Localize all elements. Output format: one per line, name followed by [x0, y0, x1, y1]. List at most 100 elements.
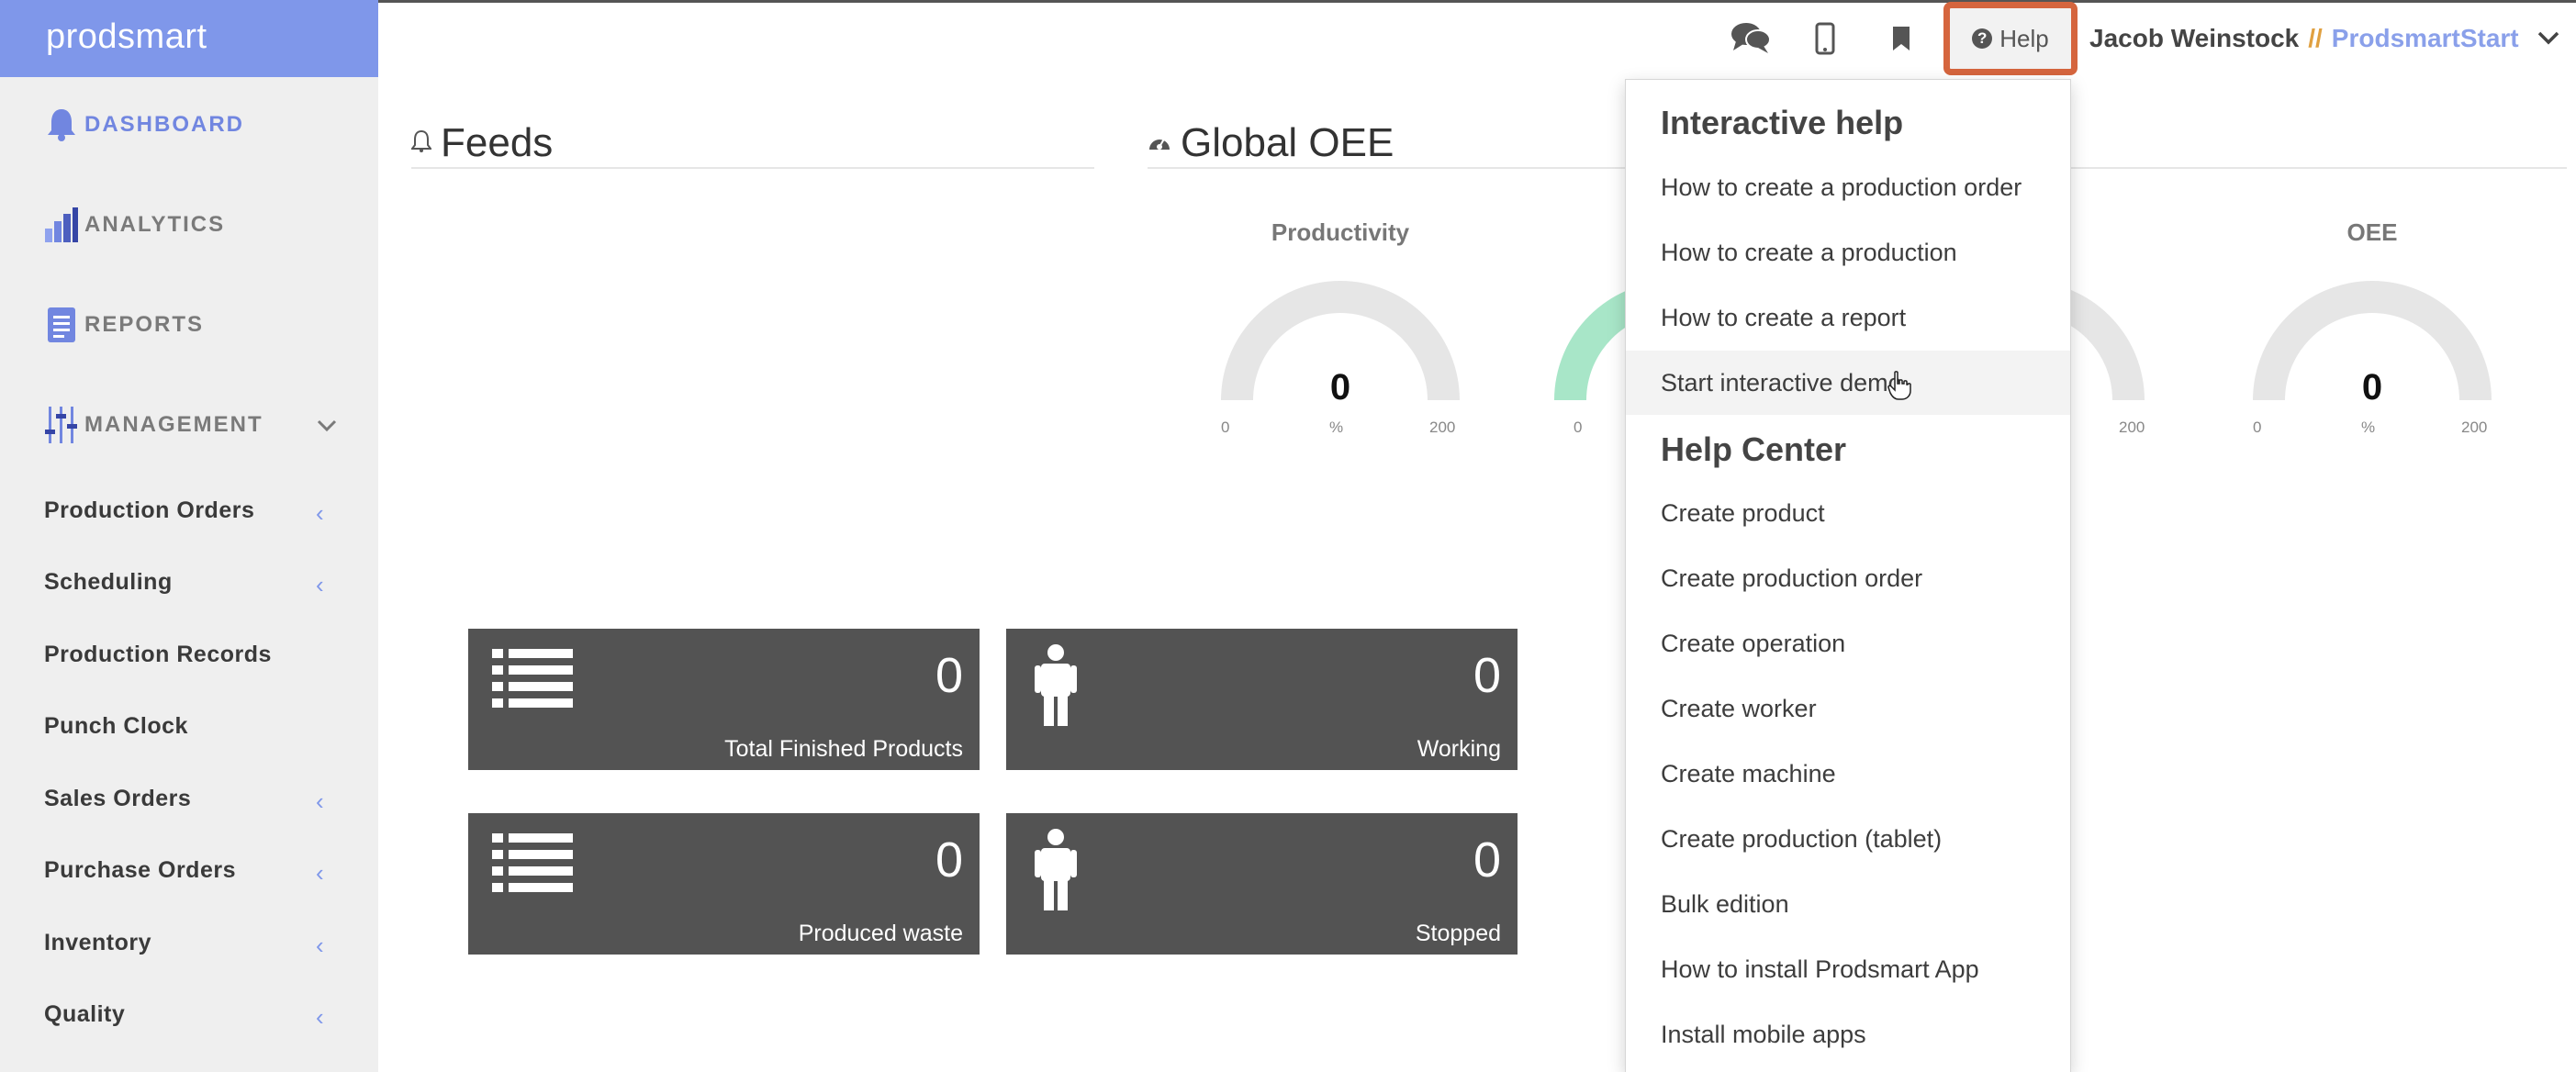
bookmark-icon[interactable]	[1878, 17, 1924, 61]
chevron-left-icon: ‹	[316, 859, 324, 887]
gauge-title: Productivity	[1271, 218, 1410, 246]
gauge-value: 0	[2361, 367, 2383, 408]
tile-label: Total Finished Products	[724, 736, 963, 762]
list-icon	[492, 832, 573, 899]
sidebar-item-label: Purchase Orders	[44, 856, 236, 883]
chevron-left-icon: ‹	[316, 571, 324, 598]
user-name: Jacob Weinstock	[2089, 24, 2300, 52]
tile-label: Produced waste	[798, 921, 963, 946]
gauge-arc	[2071, 290, 2145, 400]
sidebar-item-production-records[interactable]: Production Records	[0, 629, 378, 680]
tile-value: 0	[935, 832, 963, 888]
hand-cursor-icon	[1887, 371, 1911, 405]
chevron-left-icon: ‹	[316, 787, 324, 815]
bar-chart-icon	[44, 205, 79, 245]
gauge-productivity: Productivity 0 0 % 200	[1203, 218, 1478, 439]
chevron-down-icon[interactable]	[2537, 24, 2559, 53]
gauge-title: OEE	[2346, 218, 2398, 246]
report-icon	[44, 305, 79, 345]
sidebar-item-inventory[interactable]: Inventory ‹	[0, 917, 378, 968]
chevron-left-icon: ‹	[316, 499, 324, 527]
nav-analytics[interactable]: ANALYTICS	[0, 197, 378, 252]
nav-management-label: MANAGEMENT	[84, 412, 263, 437]
gauge-min: 0	[1221, 419, 1230, 436]
interactive-help-heading: Interactive help	[1661, 104, 1904, 141]
nav-dashboard[interactable]: DASHBOARD	[0, 97, 378, 152]
gauge-unit: %	[2361, 419, 2376, 436]
menu-item-install-prodsmart-app[interactable]: How to install Prodsmart App	[1626, 937, 2070, 1001]
chevron-left-icon: ‹	[316, 932, 324, 959]
global-oee-title: Global OEE	[1181, 120, 1394, 165]
company-name: ProdsmartStart	[2331, 24, 2519, 52]
sidebar-item-label: Production Records	[44, 641, 272, 667]
tile-stopped[interactable]: 0 Stopped	[1006, 813, 1518, 955]
bell-icon	[44, 105, 79, 145]
help-dropdown-menu: Interactive help How to create a product…	[1625, 79, 2071, 1072]
nav-analytics-label: ANALYTICS	[84, 212, 226, 237]
nav-management[interactable]: MANAGEMENT	[0, 397, 378, 452]
person-icon	[1032, 828, 1080, 917]
bell-outline-icon	[410, 129, 432, 158]
person-icon	[1032, 643, 1080, 732]
help-button-label: Help	[1999, 24, 2049, 52]
list-icon	[492, 647, 573, 714]
mobile-icon[interactable]	[1802, 17, 1848, 61]
sidebar-item-label: Sales Orders	[44, 785, 192, 811]
menu-item-create-product[interactable]: Create product	[1626, 481, 2070, 545]
sidebar-item-purchase-orders[interactable]: Purchase Orders ‹	[0, 844, 378, 896]
dashboard-gauge-icon	[1148, 131, 1171, 156]
menu-item-install-mobile-apps[interactable]: Install mobile apps	[1626, 1002, 2070, 1066]
menu-item-create-machine[interactable]: Create machine	[1626, 742, 2070, 806]
sidebar-item-sales-orders[interactable]: Sales Orders ‹	[0, 773, 378, 824]
menu-item-bulk-edition[interactable]: Bulk edition	[1626, 872, 2070, 936]
menu-item-how-to-create-production[interactable]: How to create a production	[1626, 220, 2070, 285]
help-button[interactable]: ? Help	[1943, 2, 2078, 75]
gauge-oee: OEE 0 0 % 200	[2234, 218, 2510, 439]
sidebar-item-scheduling[interactable]: Scheduling ‹	[0, 556, 378, 608]
feeds-header: Feeds	[410, 119, 1094, 169]
menu-item-how-to-create-production-order[interactable]: How to create a production order	[1626, 155, 2070, 219]
brand-logo[interactable]: prodsmart	[0, 0, 378, 77]
gauge-arc-green	[1554, 291, 1625, 400]
feeds-title: Feeds	[441, 120, 554, 165]
menu-item-create-operation[interactable]: Create operation	[1626, 611, 2070, 676]
tile-total-finished-products[interactable]: 0 Total Finished Products	[468, 629, 980, 770]
gauge-max: 200	[1429, 419, 1456, 436]
help-center-heading: Help Center	[1661, 430, 1847, 468]
gauge-unit: %	[1329, 419, 1344, 436]
sidebar: prodsmart DASHBOARD ANALYTICS REPORTS MA…	[0, 0, 378, 1072]
tile-label: Working	[1417, 736, 1501, 762]
gauge-partial-right: 200	[2071, 272, 2163, 455]
chevron-left-icon: ‹	[316, 1003, 324, 1031]
menu-item-how-to-create-report[interactable]: How to create a report	[1626, 285, 2070, 350]
chevron-down-icon[interactable]	[316, 414, 338, 441]
menu-item-start-interactive-demo[interactable]: Start interactive demo	[1626, 351, 2070, 415]
sidebar-item-label: Scheduling	[44, 568, 173, 595]
sliders-icon	[44, 405, 79, 445]
gauge-min: 0	[1574, 419, 1583, 436]
nav-dashboard-label: DASHBOARD	[84, 112, 244, 137]
tile-working[interactable]: 0 Working	[1006, 629, 1518, 770]
sidebar-item-label: Production Orders	[44, 497, 255, 523]
gauge-max: 200	[2119, 419, 2145, 436]
menu-item-create-production-order[interactable]: Create production order	[1626, 546, 2070, 610]
tile-value: 0	[1473, 648, 1501, 703]
tile-value: 0	[935, 648, 963, 703]
user-menu[interactable]: Jacob Weinstock // ProdsmartStart	[2089, 22, 2559, 55]
nav-reports[interactable]: REPORTS	[0, 297, 378, 352]
tile-produced-waste[interactable]: 0 Produced waste	[468, 813, 980, 955]
sidebar-item-production-orders[interactable]: Production Orders ‹	[0, 485, 378, 536]
sidebar-item-label: Inventory	[44, 929, 152, 955]
gauge-partial-left: 0	[1551, 272, 1625, 455]
question-icon: ?	[1972, 28, 1993, 49]
sidebar-item-quality[interactable]: Quality ‹	[0, 988, 378, 1040]
gauge-min: 0	[2253, 419, 2262, 436]
gauge-max: 200	[2461, 419, 2488, 436]
sidebar-item-label: Quality	[44, 1000, 126, 1027]
chat-icon[interactable]	[1728, 17, 1774, 61]
menu-item-create-worker[interactable]: Create worker	[1626, 676, 2070, 741]
menu-item-create-production-tablet[interactable]: Create production (tablet)	[1626, 807, 2070, 871]
sidebar-item-punch-clock[interactable]: Punch Clock	[0, 700, 378, 752]
tile-label: Stopped	[1415, 921, 1501, 946]
top-border-line	[0, 0, 2576, 3]
